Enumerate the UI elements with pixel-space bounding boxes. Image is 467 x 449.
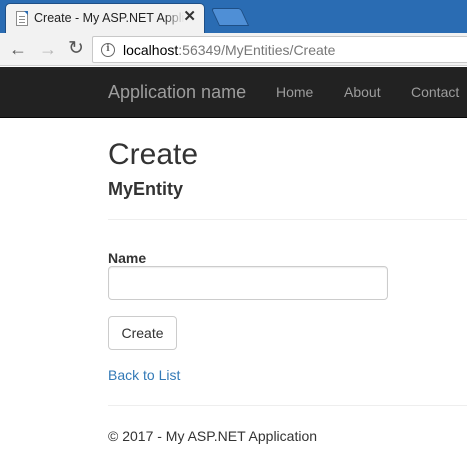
new-tab-button[interactable] [210, 8, 250, 26]
reload-icon[interactable]: ↻ [66, 39, 86, 59]
url-path: :56349/MyEntities/Create [178, 42, 336, 58]
tab-title: Create - My ASP.NET Application [34, 11, 184, 25]
browser-toolbar: ← → ↻ i localhost:56349/MyEntities/Creat… [0, 33, 467, 66]
web-page: Application name Home About Contact Crea… [0, 67, 467, 449]
browser-tab-strip: Create - My ASP.NET Application ✕ [0, 0, 467, 33]
page-title: Create [108, 138, 199, 171]
create-button[interactable]: Create [108, 316, 177, 350]
url-host: localhost [123, 42, 179, 58]
address-bar[interactable]: i localhost:56349/MyEntities/Create [92, 36, 467, 63]
back-to-list-link[interactable]: Back to List [108, 367, 180, 383]
close-icon[interactable]: ✕ [183, 9, 196, 25]
footer-divider [108, 405, 467, 406]
site-navbar: Application name Home About Contact [0, 67, 467, 118]
nav-link-about[interactable]: About [344, 84, 381, 100]
divider [108, 219, 467, 220]
name-field[interactable] [108, 266, 388, 300]
footer-text: © 2017 - My ASP.NET Application [108, 428, 318, 444]
url-text[interactable]: localhost:56349/MyEntities/Create [123, 42, 335, 58]
name-label: Name [108, 250, 147, 266]
nav-link-contact[interactable]: Contact [411, 84, 459, 100]
page-icon [16, 11, 28, 26]
forward-arrow-icon[interactable]: → [38, 39, 58, 59]
page-subtitle: MyEntity [108, 179, 184, 199]
back-arrow-icon[interactable]: ← [8, 39, 28, 59]
info-icon[interactable]: i [101, 43, 115, 57]
browser-tab[interactable]: Create - My ASP.NET Application ✕ [5, 3, 205, 33]
navbar-brand[interactable]: Application name [108, 82, 246, 103]
nav-link-home[interactable]: Home [276, 84, 313, 100]
